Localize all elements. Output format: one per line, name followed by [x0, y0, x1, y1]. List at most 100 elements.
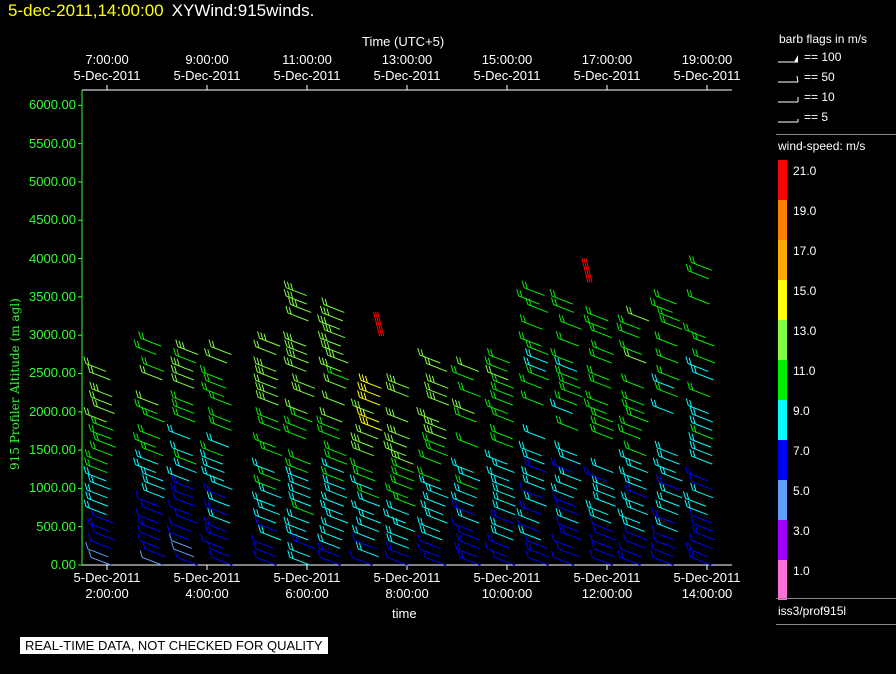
wind-barb — [322, 322, 346, 339]
wind-barb — [87, 533, 112, 549]
wind-barb-strong — [373, 312, 385, 337]
wind-barb — [656, 449, 680, 465]
wind-barb — [291, 533, 315, 549]
wind-barb — [453, 406, 477, 423]
wind-barb — [283, 356, 307, 372]
wind-barb — [457, 465, 481, 482]
wind-barb — [550, 482, 574, 499]
wind-barb — [659, 314, 683, 330]
wind-barb — [685, 541, 709, 558]
wind-barb — [522, 423, 546, 440]
wind-barb — [208, 339, 232, 356]
wind-barb — [356, 406, 380, 423]
wind-barb — [288, 297, 312, 313]
colorbar-segment — [778, 560, 787, 600]
barb-flag-icon — [778, 75, 799, 83]
wind-barb — [135, 390, 159, 406]
wind-barb — [253, 356, 277, 372]
wind-barb — [135, 449, 159, 465]
wind-barb — [618, 339, 643, 356]
wind-barb — [169, 440, 193, 457]
wind-barb — [316, 415, 340, 431]
wind-barb — [555, 331, 579, 347]
wind-barb — [256, 499, 280, 516]
wind-barb — [685, 465, 709, 482]
barb-flag-icon — [778, 97, 799, 103]
wind-barb — [317, 314, 341, 330]
wind-barb — [287, 541, 311, 558]
wind-barb — [656, 474, 680, 490]
wind-barb — [424, 508, 448, 524]
wind-barb — [349, 457, 373, 474]
wind-barb — [323, 440, 347, 457]
wind-barb — [616, 322, 640, 339]
wind-barb — [319, 406, 343, 423]
wind-barb — [621, 390, 645, 406]
barb-flags-list: == 100 == 50 == 10 == 5 — [776, 50, 896, 130]
wind-barb — [175, 339, 199, 356]
wind-barb — [589, 550, 613, 566]
wind-barb — [455, 432, 479, 448]
wind-barb — [317, 533, 341, 549]
wind-barb — [349, 474, 373, 490]
wind-barb — [139, 364, 163, 381]
wind-barb — [656, 364, 680, 381]
wind-barb — [320, 339, 344, 356]
barb-flags-title: barb flags in m/s — [779, 32, 868, 46]
wind-barb — [588, 347, 612, 364]
wind-barb — [285, 457, 309, 474]
wind-barb — [620, 491, 644, 507]
wind-barb — [168, 516, 192, 533]
wind-barb — [583, 398, 607, 415]
wind-barb — [257, 465, 281, 482]
colorbar-label: 13.0 — [793, 324, 817, 338]
wind-barb — [289, 406, 313, 423]
barb-flag-row: == 5 — [776, 110, 896, 130]
wind-barb — [651, 373, 675, 389]
wind-barb — [174, 550, 198, 566]
wind-barb — [623, 474, 647, 490]
wind-barb — [554, 390, 578, 406]
wind-barb — [85, 541, 109, 558]
wind-barb-strong — [581, 258, 593, 283]
colorbar-segment — [778, 320, 787, 360]
wind-barb — [555, 415, 579, 431]
wind-barb — [425, 373, 449, 389]
wind-barb — [253, 339, 277, 356]
wind-barb — [89, 440, 113, 457]
wind-barb — [489, 423, 513, 440]
colorbar-segment — [778, 520, 787, 560]
wind-barb — [516, 508, 540, 524]
colorbar-label: 9.0 — [793, 404, 810, 418]
wind-barb — [203, 499, 228, 516]
wind-barb — [686, 288, 710, 305]
wind-barb — [585, 390, 609, 406]
wind-barb — [419, 524, 443, 541]
wind-barb — [650, 541, 674, 558]
barb-flag-row: == 100 — [776, 50, 896, 70]
colorbar-label: 11.0 — [793, 364, 816, 378]
wind-barb — [651, 508, 675, 524]
wind-barb — [203, 482, 227, 499]
wind-barb — [688, 432, 712, 448]
colorbar-segment — [778, 200, 787, 240]
wind-barb — [384, 482, 409, 499]
station-divider — [776, 598, 896, 599]
wind-barb — [523, 491, 547, 507]
wind-barb — [282, 331, 307, 347]
wind-barb — [323, 373, 347, 389]
wind-barb — [166, 423, 190, 440]
wind-barb — [204, 347, 228, 364]
wind-barb — [253, 474, 277, 490]
wind-barb — [549, 398, 573, 415]
wind-barb — [592, 524, 616, 541]
wind-barb — [492, 482, 516, 499]
colorbar-segment — [778, 280, 787, 320]
wind-barb — [140, 499, 164, 516]
wind-barb — [171, 541, 195, 558]
wind-barb-plot — [78, 85, 787, 600]
wind-barb — [359, 415, 383, 431]
wind-barb — [524, 533, 548, 549]
wind-barb — [349, 550, 373, 566]
wind-barb — [621, 373, 645, 389]
